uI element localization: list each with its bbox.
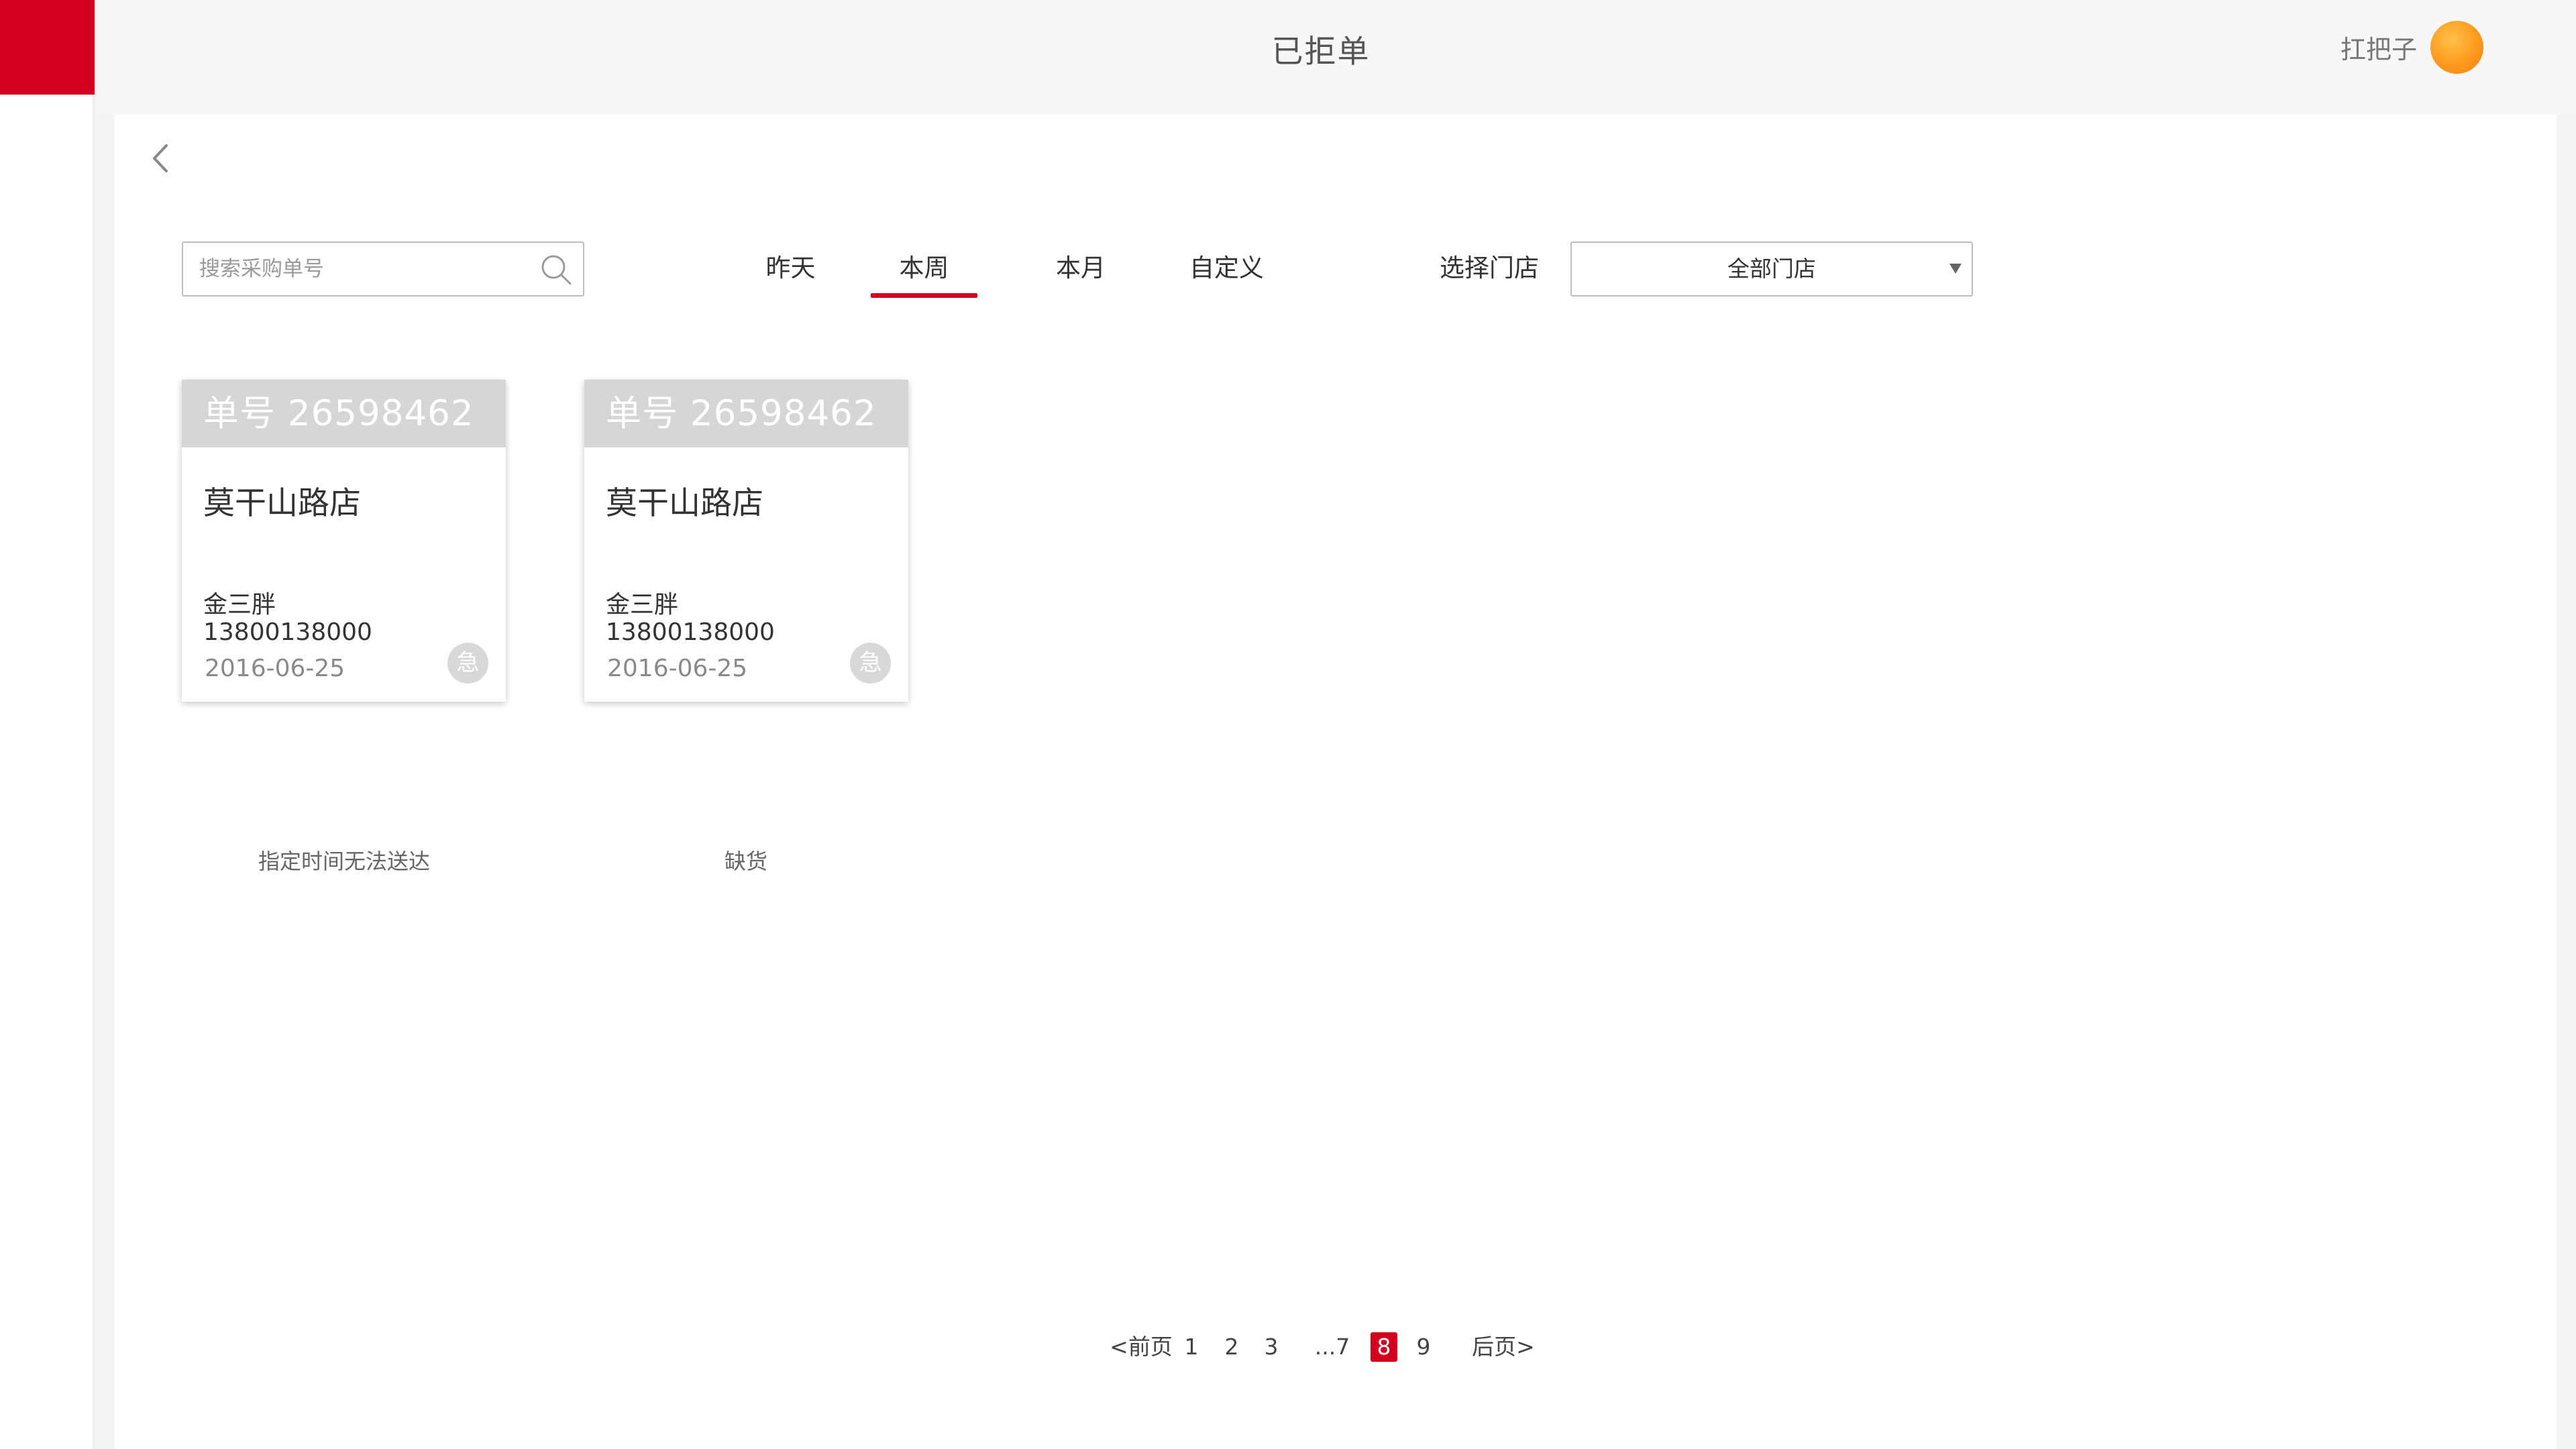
sidebar: [0, 0, 95, 1449]
order-number: 单号 26598462: [182, 380, 506, 447]
page-link-current[interactable]: 8: [1371, 1332, 1397, 1362]
page-link[interactable]: 2: [1222, 1332, 1242, 1362]
next-page-link[interactable]: 后页>: [1470, 1332, 1537, 1362]
user-name[interactable]: 扛把子: [2341, 29, 2417, 66]
main-content: 昨天 本周 本月 自定义 选择门店 全部门店 单号 26598462 莫干山路店…: [115, 115, 2557, 1449]
order-phone: 13800138000: [606, 619, 775, 646]
sidebar-logo-block[interactable]: [0, 0, 95, 95]
reject-reason: 缺货: [724, 849, 767, 874]
store-select[interactable]: 全部门店: [1570, 241, 1973, 297]
page-link[interactable]: 9: [1413, 1332, 1434, 1362]
search-box[interactable]: [182, 241, 584, 297]
page-link[interactable]: 1: [1181, 1332, 1201, 1362]
order-store: 莫干山路店: [606, 485, 763, 522]
order-card[interactable]: 单号 26598462 莫干山路店 金三胖 13800138000 2016-0…: [182, 380, 506, 702]
order-number: 单号 26598462: [584, 380, 908, 447]
prev-page-link[interactable]: <前页: [1108, 1332, 1175, 1362]
order-contact: 金三胖: [203, 591, 276, 619]
header: 已拒单 扛把子: [97, 0, 2576, 115]
order-contact: 金三胖: [606, 591, 679, 619]
avatar[interactable]: [2430, 21, 2483, 74]
urgent-badge: 急: [850, 643, 891, 684]
pagination: <前页 1 2 3 ...7 8 9 后页>: [115, 1332, 2557, 1373]
order-phone: 13800138000: [203, 619, 372, 646]
tab-yesterday[interactable]: 昨天: [739, 247, 843, 294]
order-card[interactable]: 单号 26598462 莫干山路店 金三胖 13800138000 2016-0…: [584, 380, 908, 702]
order-date: 2016-06-25: [607, 655, 748, 682]
store-select-label: 选择门店: [1440, 254, 1539, 282]
back-button[interactable]: [138, 135, 184, 182]
order-date: 2016-06-25: [205, 655, 345, 682]
page-title: 已拒单: [1271, 34, 1371, 70]
tab-custom[interactable]: 自定义: [1175, 247, 1279, 294]
order-store: 莫干山路店: [203, 485, 361, 522]
page-link[interactable]: ...7: [1299, 1332, 1366, 1362]
tab-this-month[interactable]: 本月: [1034, 247, 1128, 294]
chevron-left-icon: [153, 144, 168, 172]
store-select-value: 全部门店: [1727, 256, 1816, 282]
tab-this-week[interactable]: 本周: [871, 247, 977, 298]
user-area[interactable]: 扛把子: [2341, 19, 2483, 76]
search-input[interactable]: [183, 243, 539, 295]
reject-reason: 指定时间无法送达: [258, 849, 430, 874]
urgent-badge: 急: [447, 643, 488, 684]
page-link[interactable]: 3: [1261, 1332, 1281, 1362]
search-icon[interactable]: [539, 252, 574, 287]
caret-down-icon: [1949, 264, 1962, 274]
